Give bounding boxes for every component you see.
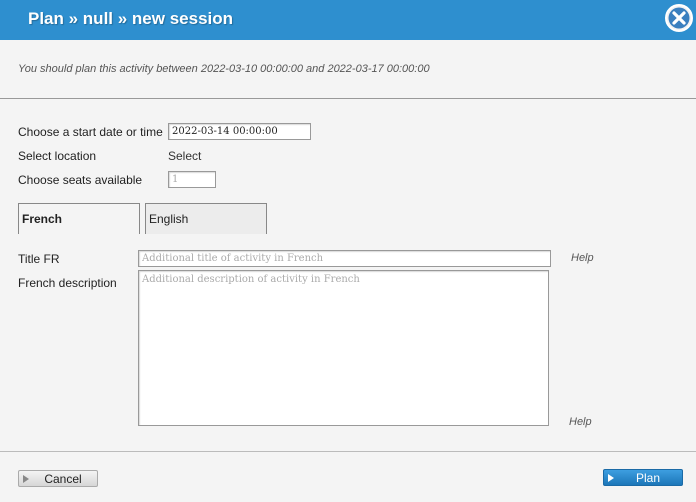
- start-date-input[interactable]: [168, 123, 311, 140]
- select-location-link[interactable]: Select: [168, 149, 201, 163]
- play-arrow-icon: [23, 475, 29, 483]
- french-description-label: French description: [18, 276, 117, 290]
- title-fr-label: Title FR: [18, 252, 60, 266]
- start-date-label: Choose a start date or time: [18, 125, 163, 139]
- play-arrow-icon: [608, 474, 614, 482]
- close-icon[interactable]: [664, 3, 694, 33]
- french-description-textarea[interactable]: [138, 270, 549, 426]
- tab-french[interactable]: French: [18, 203, 140, 234]
- location-label: Select location: [18, 149, 97, 163]
- title-bar: Plan » null » new session: [0, 0, 696, 40]
- plan-button-label: Plan: [635, 471, 661, 485]
- cancel-button[interactable]: Cancel: [18, 470, 98, 487]
- dialog-title: Plan » null » new session: [28, 9, 234, 28]
- planning-window-notice: You should plan this activity between 20…: [18, 63, 430, 75]
- seats-label: Choose seats available: [18, 173, 143, 187]
- tab-english[interactable]: English: [145, 203, 267, 234]
- description-help-link[interactable]: Help: [569, 416, 592, 428]
- seats-input[interactable]: [168, 171, 216, 188]
- divider: [0, 98, 696, 99]
- footer-divider: [0, 451, 696, 452]
- title-fr-input[interactable]: [138, 250, 551, 267]
- cancel-button-label: Cancel: [44, 472, 82, 486]
- title-help-link[interactable]: Help: [571, 252, 594, 264]
- plan-button[interactable]: Plan: [603, 469, 683, 486]
